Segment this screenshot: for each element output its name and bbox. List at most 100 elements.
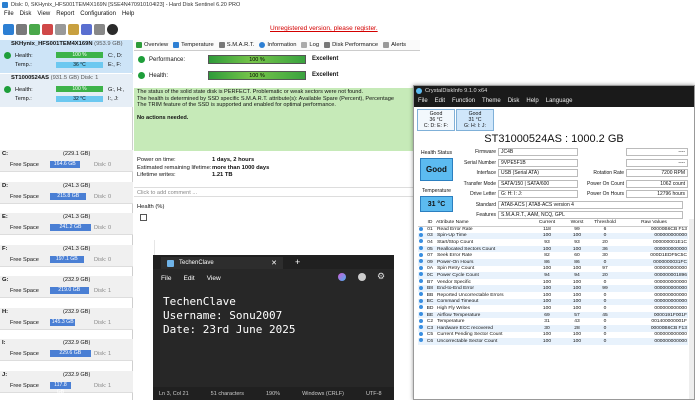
stat-value: more than 1000 days xyxy=(212,164,270,171)
tab-log[interactable]: Log xyxy=(301,40,319,50)
volume-item[interactable]: G: (232.9 GB) Free Space 219.0 GB Disk: … xyxy=(0,276,133,298)
test-icon[interactable] xyxy=(29,23,40,35)
field-label: Standard xyxy=(475,202,496,208)
disk-tile-1[interactable]: Good 31 °C G: H: I: J: xyxy=(456,109,494,131)
table-row[interactable]: BD High Fly Writes 100 100 0 000000000000 xyxy=(418,305,688,312)
cdi-menu-file[interactable]: File xyxy=(418,98,428,106)
free-space-bar: 241.2 GB xyxy=(50,224,91,231)
cell: C5 xyxy=(426,332,434,338)
table-row[interactable]: B7 Vendor Specific 100 100 0 000000000000 xyxy=(418,279,688,286)
cdi-field: Power On Count 1062 count xyxy=(584,179,688,188)
refresh-icon[interactable] xyxy=(3,23,14,35)
health-bar-main: 100 % xyxy=(208,71,306,80)
tab-alerts[interactable]: Alerts xyxy=(383,40,406,50)
cdi-field: ---- xyxy=(584,158,688,167)
help-icon[interactable] xyxy=(107,23,118,35)
menu-help[interactable]: Help xyxy=(122,11,134,19)
volume-item[interactable]: D: (241.3 GB) Free Space 215.8 GB Disk: … xyxy=(0,181,133,204)
table-row[interactable]: 01 Read Error Rate 118 99 6 00000B6CB F13 xyxy=(418,226,688,233)
menu-file[interactable]: File xyxy=(4,11,14,19)
tab-overview[interactable]: Overview xyxy=(136,40,168,50)
table-row[interactable]: B8 End-to-End Error 100 100 99 000000000000 xyxy=(418,285,688,292)
volume-disk: Disk: 0 xyxy=(94,193,112,200)
np-menu-file[interactable]: File xyxy=(161,275,171,282)
new-tab-icon[interactable]: + xyxy=(295,257,300,267)
cdi-menu-theme[interactable]: Theme xyxy=(482,98,501,106)
table-row[interactable]: 03 Spin-Up Time 100 100 0 000000000000 xyxy=(418,232,688,240)
cdi-menu-disk[interactable]: Disk xyxy=(508,98,520,106)
cell: Spin Retry Count xyxy=(437,266,475,272)
np-menu-edit[interactable]: Edit xyxy=(183,275,194,282)
copilot-icon[interactable] xyxy=(338,273,346,281)
notepad-tab[interactable]: TechenClave ✕ xyxy=(161,257,283,269)
table-row[interactable]: C6 Uncorrectable Sector Count 100 100 0 00000… xyxy=(418,338,688,345)
save-icon[interactable] xyxy=(55,23,66,35)
volume-item[interactable]: J: (232.9 GB) Free Space 117.8 GB Disk: … xyxy=(0,370,133,395)
comment-field[interactable]: Click to add comment ... xyxy=(134,187,420,197)
disk-item-0[interactable]: SKHynix_HFS001TEM4X169N (953.9 GB) Healt… xyxy=(0,40,133,73)
report-icon[interactable] xyxy=(42,23,53,35)
tab-smart[interactable]: S.M.A.R.T. xyxy=(218,40,254,50)
table-row[interactable]: 04 Start/Stop Count 93 93 20 000000001E1C xyxy=(418,239,688,246)
cell: 60 xyxy=(574,253,580,259)
table-row[interactable]: C3 Hardware ECC recovered 30 28 0 00000B6CB F… xyxy=(418,324,688,332)
volume-item[interactable]: C: (229.1 GB) Free Space 164.6 GB Disk: … xyxy=(0,150,133,172)
np-menu-view[interactable]: View xyxy=(207,275,221,282)
status-line: The health is determined by SSD specific… xyxy=(137,95,395,102)
cdi-menu-edit[interactable]: Edit xyxy=(435,98,445,106)
col-header: Raw Values xyxy=(620,219,688,227)
cell: 001400000001F xyxy=(651,319,687,325)
cdi-field: Firmware JC4B xyxy=(460,148,578,156)
unregistered-link[interactable]: Unregistered version, please register. xyxy=(270,25,378,32)
menu-configuration[interactable]: Configuration xyxy=(80,11,116,19)
volume-item[interactable]: I: (232.9 GB) Free Space 229.6 GB Disk: … xyxy=(0,339,133,361)
notepad-text-area[interactable]: TechenClave Username: Sonu2007 Date: 23rd … xyxy=(163,295,295,337)
table-row[interactable]: 07 Seek Error Rate 82 60 30 000D1EDF5C5C xyxy=(418,252,688,259)
cell: 0 xyxy=(590,258,620,266)
volume-size: (232.9 GB) xyxy=(63,308,91,315)
menu-view[interactable]: View xyxy=(37,11,50,19)
table-row[interactable]: 05 Reallocated Sectors Count 100 100 36 00000… xyxy=(418,245,688,253)
health-status-button[interactable]: Good xyxy=(420,158,453,181)
table-row[interactable]: BE Airflow Temperature 69 57 45 0000191F001F xyxy=(418,311,688,319)
menu-report[interactable]: Report xyxy=(56,11,74,19)
account-icon[interactable] xyxy=(358,273,366,281)
cdi-menu-function[interactable]: Function xyxy=(452,98,475,106)
table-row[interactable]: 0A Spin Retry Count 100 100 97 000000000000 xyxy=(418,265,688,273)
cell: BE xyxy=(424,311,436,319)
field-value: ---- xyxy=(626,158,688,167)
cell: 93 xyxy=(574,239,580,245)
cell: Reallocated Sectors Count xyxy=(436,245,530,253)
volume-item[interactable]: H: (232.9 GB) Free Space 145.3 GB Disk: … xyxy=(0,307,133,330)
settings-icon[interactable] xyxy=(68,23,79,35)
volume-item[interactable]: F: (241.3 GB) Free Space 197.1 GB Disk: … xyxy=(0,244,133,267)
disk-item-1[interactable]: ST1000524AS (931.5 GB) Disk: 1 Health: 1… xyxy=(0,74,133,107)
app-icon xyxy=(2,2,8,8)
health-bar: 100 % xyxy=(56,52,103,58)
field-label: Interface xyxy=(476,170,496,176)
tab-temperature[interactable]: Temperature xyxy=(173,40,214,50)
table-row[interactable]: BB Reported Uncorrectable Errors 100 100 0 00… xyxy=(418,292,688,299)
tab-information[interactable]: Information xyxy=(259,40,296,50)
settings-gear-icon[interactable]: ⚙ xyxy=(377,271,385,282)
cdi-menu-language[interactable]: Language xyxy=(546,98,573,106)
tab-disk-performance[interactable]: Disk Performance xyxy=(324,40,378,50)
gear-icon[interactable] xyxy=(94,23,105,35)
close-tab-icon[interactable]: ✕ xyxy=(271,259,277,267)
info-icon[interactable] xyxy=(81,23,92,35)
save-icon[interactable] xyxy=(140,214,147,221)
scrollbar[interactable] xyxy=(689,219,694,399)
table-row[interactable]: 0C Power Cycle Count 94 94 20 000000001896 xyxy=(418,272,688,279)
table-row[interactable]: C5 Current Pending Sector Count 100 100 0 000… xyxy=(418,331,688,339)
disk-tile-0[interactable]: Good 36 °C C: D: E: F: xyxy=(417,109,455,131)
disk-icon[interactable] xyxy=(16,23,27,35)
cdi-field: Interface USB (Serial ATA) xyxy=(460,169,578,177)
table-row[interactable]: C2 Temperature 31 43 0 001400000001F xyxy=(418,318,688,325)
table-row[interactable]: 09 Power-On Hours 86 86 0 0000000031FC xyxy=(418,258,688,266)
crystaldiskinfo-window: CrystalDiskInfo 9.1.0 x64 File Edit Func… xyxy=(413,85,695,400)
cdi-menu-help[interactable]: Help xyxy=(526,98,538,106)
volume-item[interactable]: E: (241.3 GB) Free Space 241.2 GB Disk: … xyxy=(0,213,133,235)
table-row[interactable]: BC Command Timeout 100 100 0 000000000000 xyxy=(418,298,688,306)
menu-disk[interactable]: Disk xyxy=(20,11,32,19)
disk-drives: G:, H:, xyxy=(108,86,125,93)
